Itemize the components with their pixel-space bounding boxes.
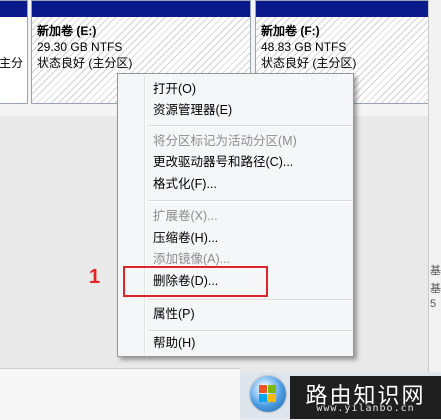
windows-flag-icon — [259, 385, 277, 403]
watermark-url: www.yilanbo.cn — [316, 403, 415, 414]
menu-item-explorer[interactable]: 资源管理器(E) — [126, 99, 352, 121]
menu-item-open[interactable]: 打开(O) — [126, 78, 352, 100]
menu-item-change-drive-letter[interactable]: 更改驱动器号和路径(C)... — [126, 151, 352, 173]
partition-status: 状态良好 (主分区) — [261, 56, 357, 70]
context-menu: 打开(O) 资源管理器(E) 将分区标记为活动分区(M) 更改驱动器号和路径(C… — [117, 73, 354, 357]
menu-separator — [148, 200, 352, 202]
partition-size: 48.83 GB NTFS — [261, 40, 347, 54]
partition-title: 新加卷 (F:) — [261, 24, 320, 38]
menu-separator — [148, 299, 352, 301]
scrollbar-strip[interactable] — [428, 0, 441, 419]
partition-status: 状态良好 (主分区) — [37, 56, 133, 70]
menu-item-mark-active[interactable]: 将分区标记为活动分区(M) — [126, 130, 352, 152]
annotation-step-number: 1 — [89, 266, 101, 288]
partition-title: 新加卷 (E:) — [37, 24, 97, 38]
menu-item-help[interactable]: 帮助(H) — [126, 332, 352, 354]
menu-item-properties[interactable]: 属性(P) — [126, 303, 352, 325]
right-edge-text: 基 — [430, 265, 441, 277]
menu-item-format[interactable]: 格式化(F)... — [126, 173, 352, 195]
menu-separator — [148, 125, 352, 127]
partition-size: 29.30 GB NTFS — [37, 40, 123, 54]
menu-item-shrink-volume[interactable]: 压缩卷(H)... — [126, 227, 352, 249]
partition-header-bar — [32, 1, 250, 17]
bottom-panel — [0, 368, 240, 420]
partition-left-fragment[interactable]: 主分 — [0, 0, 28, 104]
partition-status-text: 主分 — [0, 56, 24, 70]
annotation-highlight-box — [123, 266, 268, 297]
menu-item-extend-volume[interactable]: 扩展卷(X)... — [126, 205, 352, 227]
right-edge-text: 基 — [430, 283, 441, 295]
right-edge-text: 5 — [430, 298, 437, 310]
watermark: 路由知识网 www.yilanbo.cn — [290, 376, 441, 419]
partition-header-bar — [0, 1, 27, 17]
partition-header-bar — [256, 1, 434, 17]
